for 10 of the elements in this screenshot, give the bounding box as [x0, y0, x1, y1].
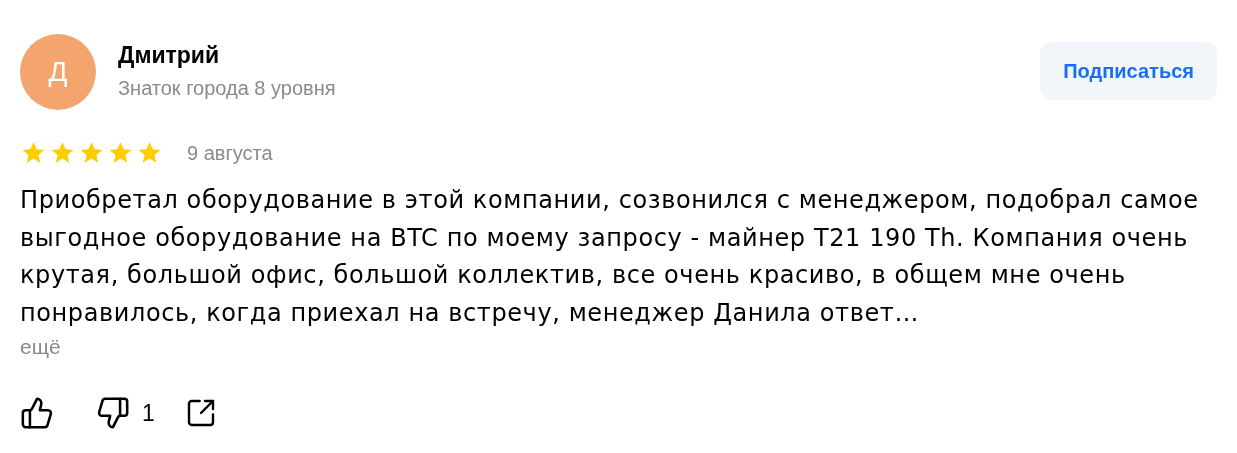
review-text: Приобретал оборудование в этой компании, созвонился с менеджером, подобрал самое выгодное оборудование на BTC по моему запросу - майнер T21 190 Th. Компания очень крутая, большой офис, большой коллектив, все очень красиво, в общем мне очень понравилось, когда приехал на встречу, менеджер Данила ответ… [20, 185, 1200, 329]
author-level: Знаток города 8 уровня [118, 76, 336, 101]
thumbs-up-icon [20, 396, 54, 431]
like-button[interactable] [20, 396, 54, 431]
author-name[interactable]: Дмитрий [118, 40, 336, 70]
dislike-button[interactable]: 1 [96, 396, 155, 431]
avatar: Д [20, 34, 96, 110]
thumbs-down-icon [96, 396, 130, 431]
subscribe-button[interactable]: Подписаться [1040, 42, 1217, 100]
review-date: 9 августа [187, 141, 273, 166]
